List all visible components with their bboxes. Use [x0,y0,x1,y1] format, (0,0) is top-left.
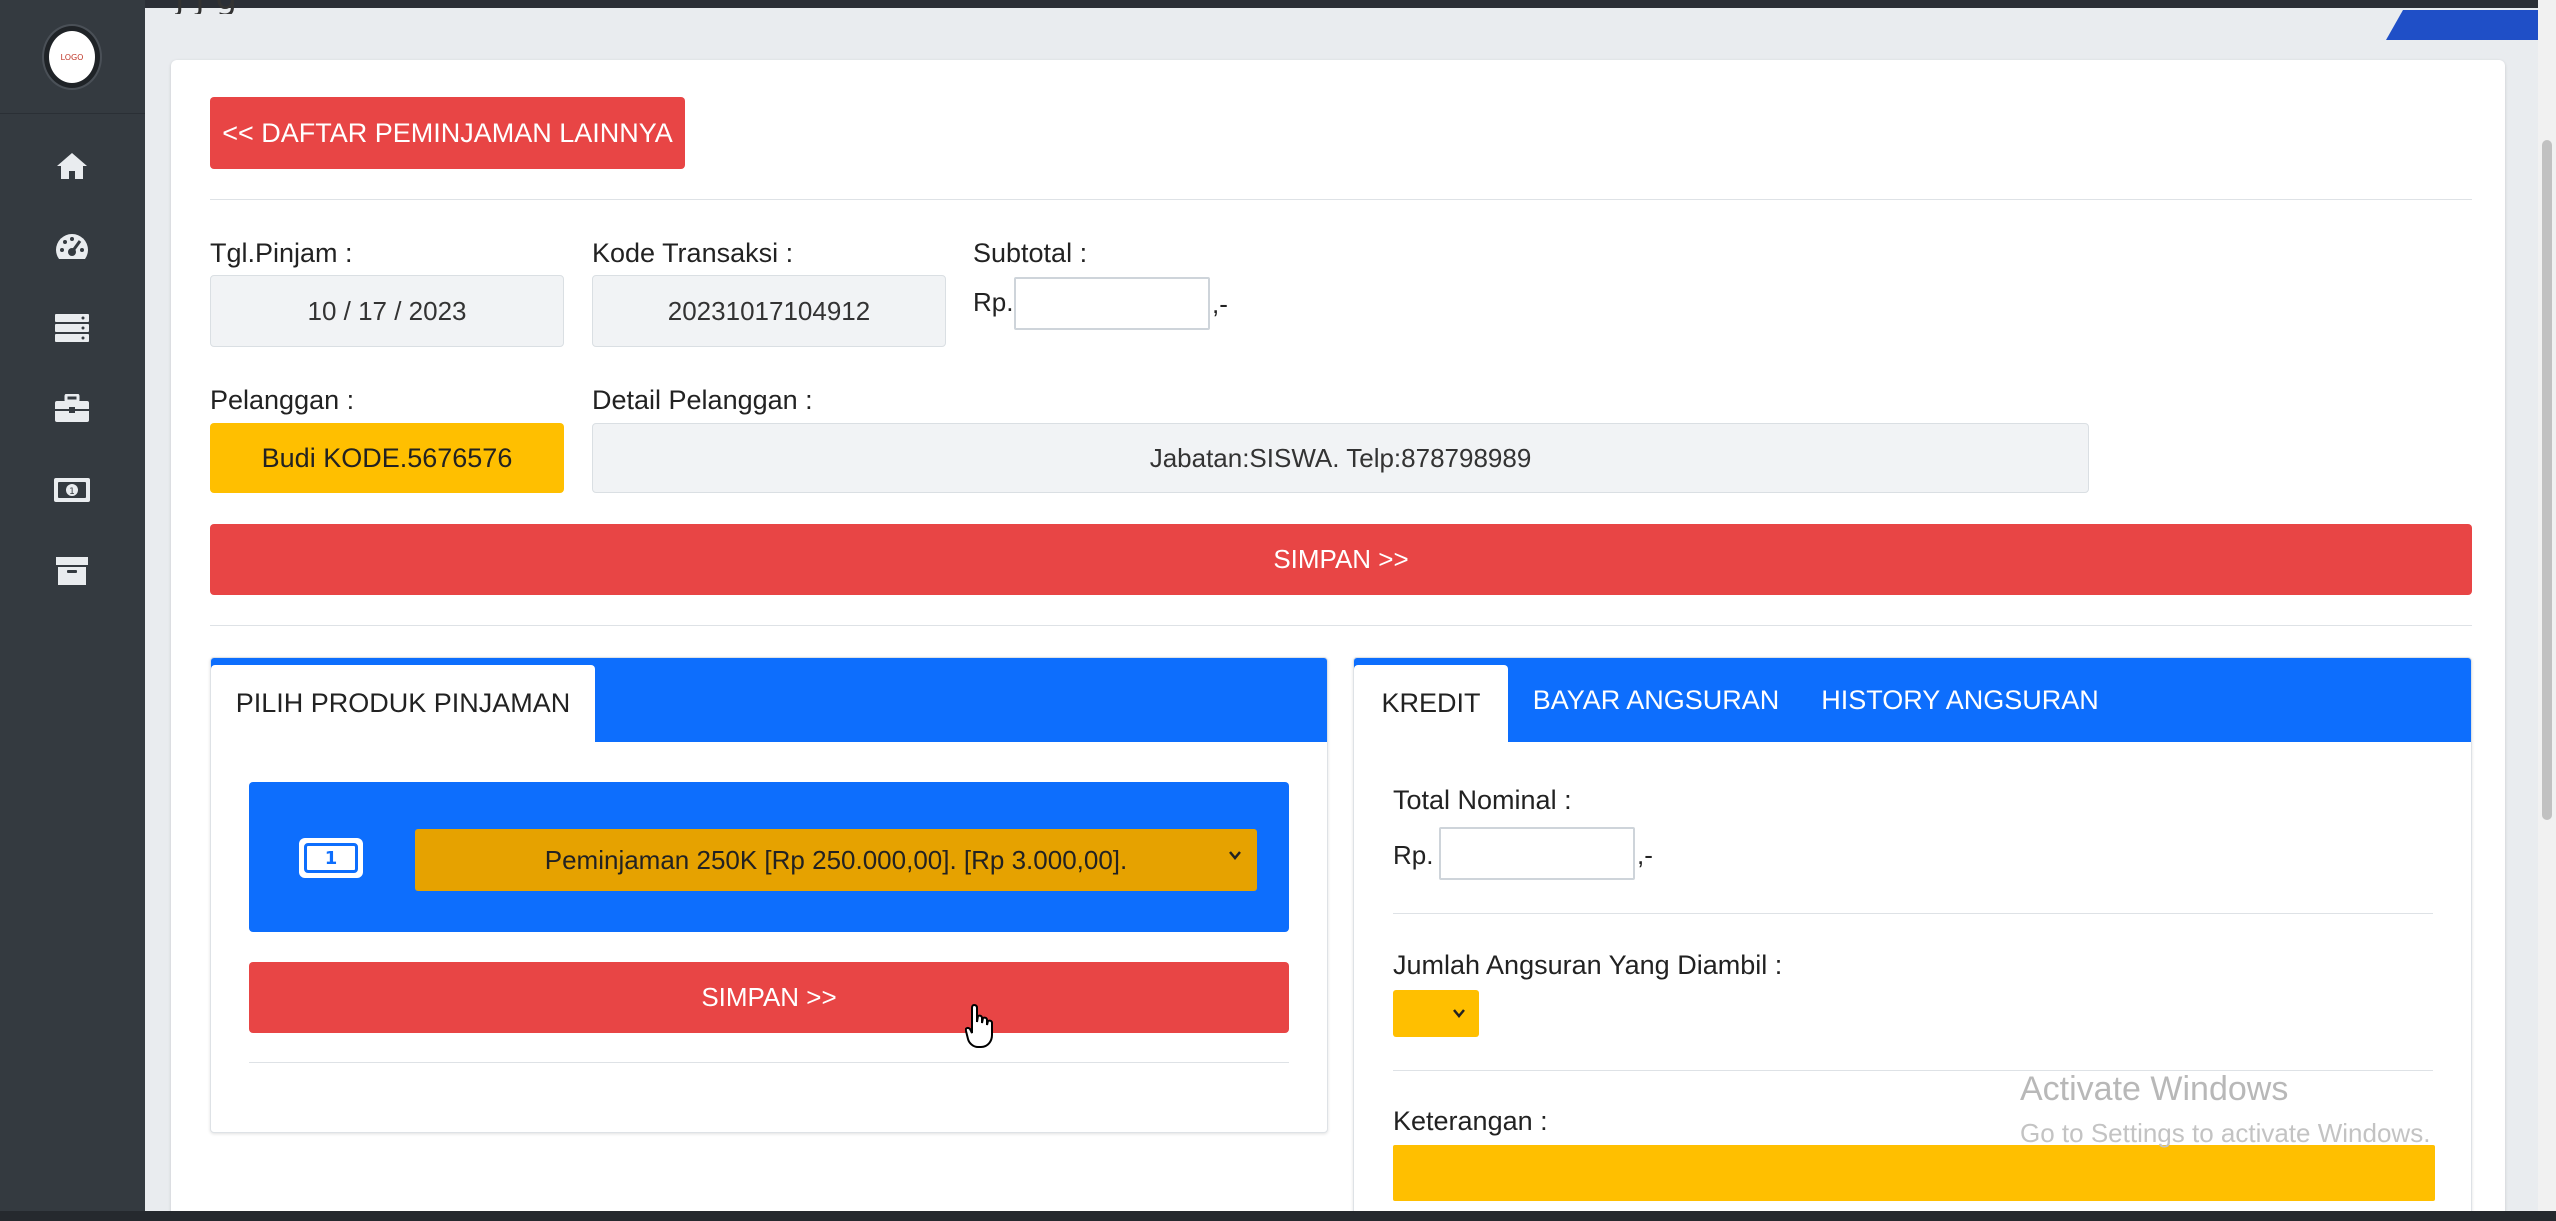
keterangan-label: Keterangan : [1393,1106,1548,1136]
divider [210,199,2472,200]
total-nominal-label: Total Nominal : [1393,785,1572,815]
chevron-down-icon [1453,1009,1465,1018]
divider [249,1062,1289,1063]
tab-bayar-angsuran[interactable]: BAYAR ANGSURAN [1508,658,1804,742]
kode-transaksi-label: Kode Transaksi : [592,238,794,268]
tab-kredit[interactable]: KREDIT [1354,665,1508,742]
divider [1393,913,2433,914]
tab-history-angsuran[interactable]: HISTORY ANGSURAN [1806,658,2114,742]
money-icon[interactable]: 1 [52,470,92,510]
jumlah-angsuran-label: Jumlah Angsuran Yang Diambil : [1393,950,1783,980]
kode-transaksi-field[interactable]: 20231017104912 [592,275,946,347]
sidebar-logo-area: LOGO [0,0,145,114]
simpan-main-button[interactable]: SIMPAN >> [210,524,2472,595]
total-nominal-input[interactable] [1439,827,1635,880]
tgl-pinjam-label: Tgl.Pinjam : [210,238,353,268]
logo-text: LOGO [60,52,84,62]
detail-pelanggan-field[interactable]: Jabatan:SISWA. Telp:878798989 [592,423,2089,493]
archive-icon[interactable] [52,551,92,591]
simpan-produk-button[interactable]: SIMPAN >> [249,962,1289,1033]
svg-text:1: 1 [69,487,75,497]
pelanggan-label: Pelanggan : [210,385,355,415]
back-to-list-button[interactable]: << DAFTAR PEMINJAMAN LAINNYA [210,97,685,169]
scrollbar-thumb[interactable] [2542,140,2552,820]
detail-pelanggan-label: Detail Pelanggan : [592,385,813,415]
home-icon[interactable] [52,146,92,186]
jumlah-angsuran-select[interactable] [1393,990,1479,1037]
money-icon: 1 [299,838,363,878]
chevron-down-icon [1229,851,1241,860]
brand-logo[interactable]: LOGO [44,26,100,88]
divider [210,625,2472,626]
tab-pilih-produk[interactable]: PILIH PRODUK PINJAMAN [211,665,595,742]
produk-pinjaman-panel: PILIH PRODUK PINJAMAN 1 Peminjaman 250K … [210,657,1328,1133]
sidebar: LOGO 1 [0,0,145,1221]
briefcase-icon[interactable] [52,389,92,429]
hand-cursor-icon [965,1003,993,1048]
total-rp-prefix: Rp. [1393,840,1434,870]
keterangan-input[interactable] [1393,1145,2435,1201]
product-select[interactable]: Peminjaman 250K [Rp 250.000,00]. [Rp 3.0… [415,829,1257,891]
pelanggan-select[interactable]: Budi KODE.5676576 [210,423,564,493]
top-right-tab[interactable] [2386,10,2556,40]
total-rp-suffix: ,- [1637,840,1653,870]
subtotal-rp-prefix: Rp. [973,287,1014,317]
main-area: j j g << DAFTAR PEMINJAMAN LAINNYA Tgl.P… [145,0,2556,1221]
subtotal-label: Subtotal : [973,238,1088,268]
transaction-card: << DAFTAR PEMINJAMAN LAINNYA Tgl.Pinjam … [171,60,2505,1221]
activate-windows-title: Activate Windows [2020,1070,2289,1108]
subtotal-rp-suffix: ,- [1212,289,1228,319]
server-icon[interactable] [52,308,92,348]
page-title: j j g [175,0,955,14]
vertical-scrollbar[interactable] [2538,0,2556,1221]
subtotal-input[interactable] [1014,277,1210,330]
activate-windows-subtitle: Go to Settings to activate Windows. [2020,1118,2431,1148]
product-select-box: 1 Peminjaman 250K [Rp 250.000,00]. [Rp 3… [249,782,1289,932]
taskbar-edge [0,1211,2556,1221]
speedometer-icon[interactable] [52,227,92,267]
tgl-pinjam-field[interactable]: 10 / 17 / 2023 [210,275,564,347]
